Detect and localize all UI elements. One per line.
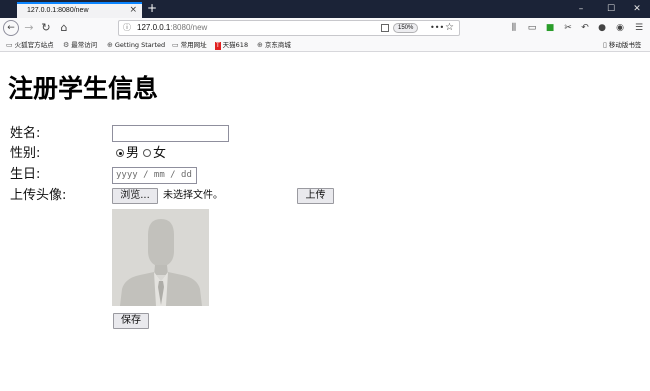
mobile-bookmarks-label: 移动版书签 — [608, 41, 642, 49]
url-text[interactable]: 127.0.0.1:8080/new — [137, 21, 207, 35]
phone-icon: ▯ — [603, 41, 607, 49]
navigation-toolbar: ← → ↻ ⌂ ⓘ 127.0.0.1:8080/new 150% ••• ☆ … — [0, 18, 650, 38]
url-host: 127.0.0.1 — [137, 23, 171, 32]
avatar-upload-label: 上传头像: — [10, 188, 67, 203]
gender-male-radio[interactable] — [116, 149, 124, 157]
birthday-date-input[interactable]: yyyy / mm / dd — [112, 167, 197, 184]
info-icon[interactable]: ⓘ — [123, 21, 131, 35]
back-arrow-icon[interactable]: ← — [3, 20, 19, 36]
new-tab-button[interactable]: + — [147, 1, 157, 16]
bookmarks-bar: ▭ 火狐官方站点 ⚙ 最常访问 ⊕ Getting Started ▭ 常用网址 T 天猫… — [0, 38, 650, 52]
tab-strip: 127.0.0.1:8080/new × + – ☐ ✕ — [0, 0, 650, 18]
bookmark-item[interactable]: ▭ 常用网址 — [172, 39, 207, 51]
menu-icon[interactable]: ☰ — [633, 21, 645, 35]
tab-close-icon[interactable]: × — [129, 4, 137, 17]
name-label: 姓名: — [10, 126, 41, 141]
chat-icon[interactable]: ● — [596, 21, 608, 35]
gender-female-radio[interactable] — [143, 149, 151, 157]
url-bar[interactable]: ⓘ 127.0.0.1:8080/new 150% ••• ☆ — [118, 20, 460, 36]
bookmark-label: 天猫618 — [222, 41, 249, 49]
gender-female-label: 女 — [153, 146, 167, 161]
sidebar-icon[interactable]: ▭ — [526, 21, 538, 35]
gender-male-label: 男 — [126, 146, 140, 161]
bookmark-item[interactable]: ⊕ Getting Started — [107, 39, 165, 51]
account-icon[interactable]: ◉ — [614, 21, 626, 35]
gear-icon: ⚙ — [63, 41, 70, 49]
home-icon[interactable]: ⌂ — [56, 20, 72, 36]
reload-icon[interactable]: ↻ — [38, 20, 54, 36]
folder-icon: ▭ — [6, 41, 13, 49]
library-icon[interactable]: ⫼ — [508, 21, 520, 35]
minimize-button[interactable]: – — [574, 2, 588, 16]
bookmark-item[interactable]: ▭ 火狐官方站点 — [6, 39, 54, 51]
mobile-bookmarks[interactable]: ▯ 移动版书签 — [603, 39, 641, 51]
undo-icon[interactable]: ↶ — [579, 21, 591, 35]
browse-button[interactable]: 浏览... — [112, 188, 158, 204]
person-silhouette-icon — [112, 209, 209, 306]
maximize-button[interactable]: ☐ — [604, 2, 618, 16]
save-button[interactable]: 保存 — [113, 313, 149, 329]
folder-icon: ▭ — [172, 41, 179, 49]
extension-icon[interactable]: ■ — [544, 21, 556, 35]
page-actions-icon[interactable]: ••• — [430, 21, 444, 35]
bookmark-star-icon[interactable]: ☆ — [445, 21, 454, 35]
page-content: 注册学生信息 姓名: 性别: 男 女 生日: yyyy / mm / dd 上传… — [0, 53, 650, 391]
bookmark-item[interactable]: ⊕ 京东商城 — [257, 39, 291, 51]
qr-code-icon[interactable] — [381, 24, 389, 32]
globe-icon: ⊕ — [107, 41, 113, 49]
page-title: 注册学生信息 — [8, 74, 159, 103]
bookmark-item[interactable]: T 天猫618 — [215, 39, 248, 51]
globe-icon: ⊕ — [257, 41, 263, 49]
upload-button[interactable]: 上传 — [297, 188, 334, 204]
tab-title: 127.0.0.1:8080/new — [27, 7, 89, 14]
bookmark-label: 常用网址 — [180, 41, 207, 49]
forward-arrow-icon[interactable]: → — [21, 20, 37, 36]
bookmark-label: 最常访问 — [71, 41, 98, 49]
tmall-icon: T — [215, 42, 221, 50]
bookmark-label: 火狐官方站点 — [14, 41, 54, 49]
file-status-text: 未选择文件。 — [163, 190, 223, 201]
zoom-badge[interactable]: 150% — [393, 23, 419, 33]
avatar-placeholder-image — [112, 209, 209, 306]
bookmark-label: Getting Started — [114, 41, 166, 49]
birthday-label: 生日: — [10, 167, 41, 182]
name-input[interactable] — [112, 125, 229, 142]
bookmark-item[interactable]: ⚙ 最常访问 — [63, 39, 97, 51]
bookmark-label: 京东商城 — [264, 41, 291, 49]
screenshot-icon[interactable]: ✂ — [562, 21, 574, 35]
url-path: :8080/new — [170, 23, 208, 32]
gender-label: 性别: — [10, 146, 41, 161]
close-window-button[interactable]: ✕ — [630, 2, 644, 16]
browser-tab[interactable]: 127.0.0.1:8080/new × — [17, 2, 142, 18]
